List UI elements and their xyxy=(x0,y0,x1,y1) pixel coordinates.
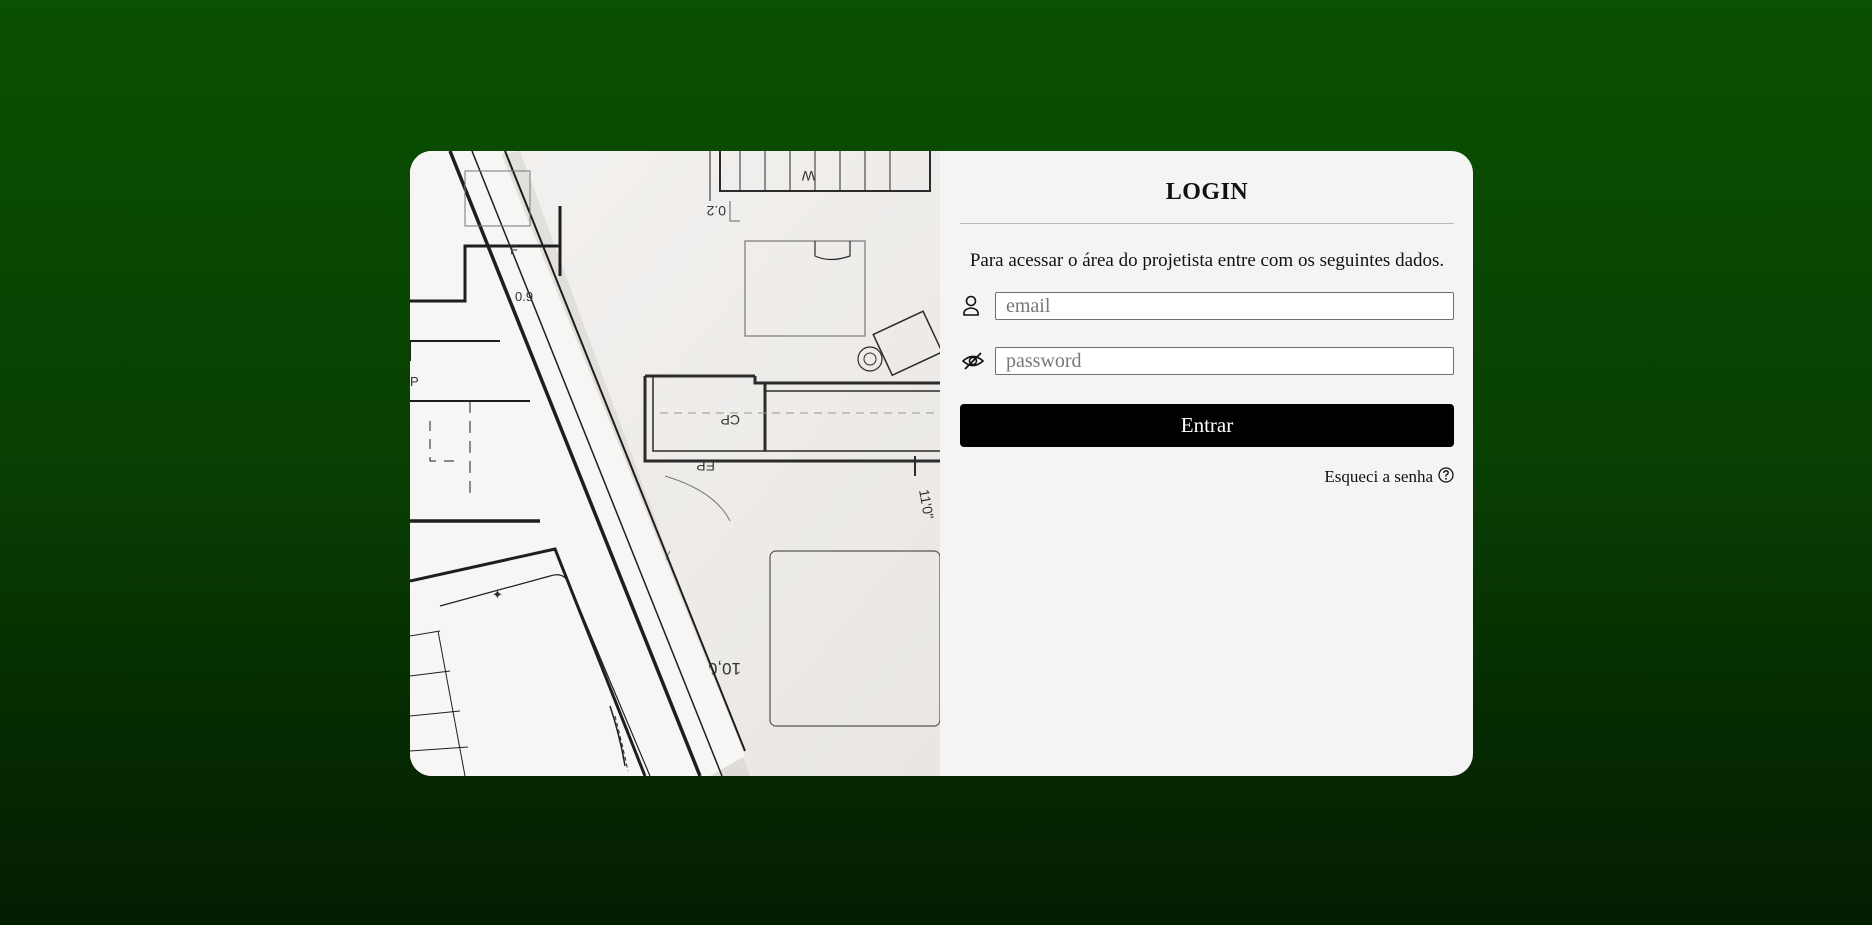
question-circle-icon[interactable] xyxy=(1438,467,1454,483)
user-icon xyxy=(960,292,995,320)
svg-text:CP: CP xyxy=(721,412,740,428)
password-input[interactable] xyxy=(995,347,1454,375)
svg-text:EP: EP xyxy=(696,458,715,474)
login-submit-button[interactable]: Entrar xyxy=(960,404,1454,447)
title-divider xyxy=(960,223,1454,224)
svg-text:0.2: 0.2 xyxy=(706,203,726,219)
login-card: W CP EP 11'0" 0.2 10,01 0.9 F P ✦ LOGIN … xyxy=(410,151,1473,776)
forgot-password-row: Esqueci a senha xyxy=(960,467,1454,487)
svg-text:0.9: 0.9 xyxy=(515,289,533,304)
email-row xyxy=(960,292,1454,320)
email-input[interactable] xyxy=(995,292,1454,320)
login-title: LOGIN xyxy=(1165,179,1249,205)
password-row xyxy=(960,347,1454,375)
forgot-password-link[interactable]: Esqueci a senha xyxy=(1324,467,1433,487)
svg-text:✦: ✦ xyxy=(492,587,503,602)
svg-text:P: P xyxy=(410,374,419,389)
eye-slash-icon[interactable] xyxy=(960,347,995,375)
svg-text:W: W xyxy=(801,168,815,184)
login-panel: LOGIN Para acessar o área do projetista … xyxy=(940,151,1473,776)
svg-text:F: F xyxy=(510,242,518,257)
login-intro-text: Para acessar o área do projetista entre … xyxy=(969,250,1445,271)
blueprint-image: W CP EP 11'0" 0.2 10,01 0.9 F P ✦ xyxy=(410,151,940,776)
